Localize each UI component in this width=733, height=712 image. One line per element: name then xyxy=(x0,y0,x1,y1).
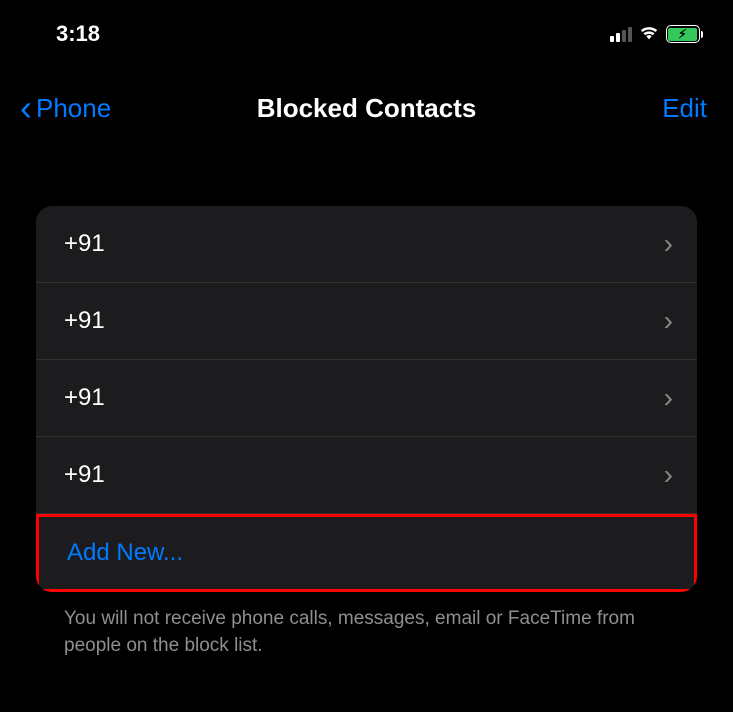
edit-button[interactable]: Edit xyxy=(662,93,707,124)
contact-number: +91 xyxy=(64,230,105,258)
chevron-right-icon: › xyxy=(664,459,673,491)
blocked-contact-row[interactable]: +91 › xyxy=(36,360,697,437)
contact-number: +91 xyxy=(64,307,105,335)
back-button[interactable]: ‹ Phone xyxy=(20,90,111,126)
blocked-contacts-list: +91 › +91 › +91 › +91 › Add New... xyxy=(36,206,697,592)
footer-description: You will not receive phone calls, messag… xyxy=(36,606,697,659)
wifi-icon xyxy=(638,23,660,46)
add-new-button[interactable]: Add New... xyxy=(36,514,697,592)
back-label: Phone xyxy=(36,93,111,124)
blocked-contact-row[interactable]: +91 › xyxy=(36,437,697,514)
page-title: Blocked Contacts xyxy=(257,93,477,124)
status-time: 3:18 xyxy=(56,21,100,47)
nav-bar: ‹ Phone Blocked Contacts Edit xyxy=(0,60,733,146)
blocked-contact-row[interactable]: +91 › xyxy=(36,283,697,360)
cellular-signal-icon xyxy=(610,26,632,42)
blocked-contact-row[interactable]: +91 › xyxy=(36,206,697,283)
chevron-right-icon: › xyxy=(664,382,673,414)
battery-charging-icon: ⚡︎ xyxy=(666,25,704,43)
chevron-right-icon: › xyxy=(664,228,673,260)
contact-number: +91 xyxy=(64,384,105,412)
chevron-left-icon: ‹ xyxy=(20,90,32,126)
status-bar: 3:18 ⚡︎ xyxy=(0,0,733,60)
chevron-right-icon: › xyxy=(664,305,673,337)
status-icons: ⚡︎ xyxy=(610,23,704,46)
contact-number: +91 xyxy=(64,461,105,489)
